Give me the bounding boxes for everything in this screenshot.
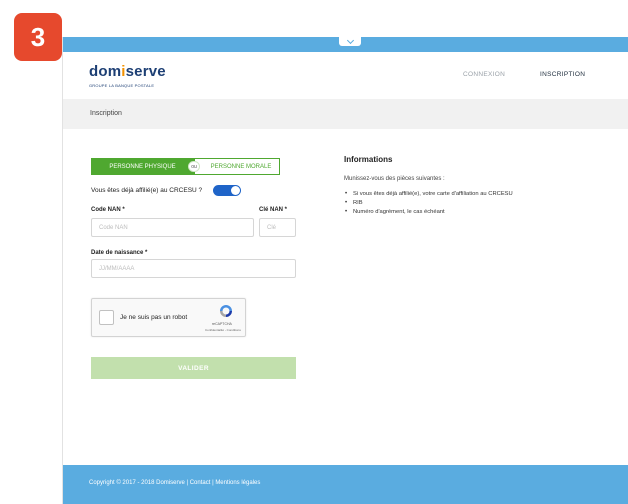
breadcrumb-current: Inscription <box>90 110 122 117</box>
nav-connexion-link[interactable]: CONNEXION <box>463 71 505 78</box>
site-header: domiserve GROUPE LA BANQUE POSTALE CONNE… <box>63 52 628 99</box>
cle-nan-input[interactable]: Clé <box>259 218 296 237</box>
date-naissance-input[interactable]: JJ/MM/AAAA <box>91 259 296 278</box>
personne-physique-button[interactable]: PERSONNE PHYSIQUE <box>91 158 194 175</box>
domiserve-logo[interactable]: domiserve GROUPE LA BANQUE POSTALE <box>89 63 166 89</box>
expand-tab[interactable] <box>339 36 361 46</box>
recaptcha-checkbox[interactable] <box>99 310 114 325</box>
toggle-ou-separator: ou <box>188 161 200 172</box>
list-item: RIB <box>344 200 614 206</box>
footer-contact-link[interactable]: Contact <box>190 480 211 486</box>
info-lead: Munissez-vous des pièces suivantes : <box>344 176 445 182</box>
recaptcha-label: Je ne suis pas un robot <box>120 314 188 321</box>
site-footer: Copyright © 2017 - 2018 Domiserve | Cont… <box>63 465 628 504</box>
browser-page: domiserve GROUPE LA BANQUE POSTALE CONNE… <box>62 36 628 504</box>
logo-subtitle: GROUPE LA BANQUE POSTALE <box>89 83 155 88</box>
info-list: Si vous êtes déjà affilié(e), votre cart… <box>344 191 614 215</box>
personne-morale-button[interactable]: PERSONNE MORALE <box>194 158 280 175</box>
logo-wordmark: domiserve <box>89 63 166 80</box>
footer-text: Copyright © 2017 - 2018 Domiserve | Cont… <box>89 480 260 486</box>
affiliation-question: Vous êtes déjà affilié(e) au CRCESU ? <box>91 187 203 194</box>
date-naissance-label: Date de naissance * <box>91 250 148 256</box>
chevron-down-icon <box>346 36 354 44</box>
recaptcha-logo-icon <box>220 305 232 317</box>
cle-nan-label: Clé NAN * <box>259 207 288 213</box>
valider-button[interactable]: VALIDER <box>91 357 296 379</box>
switch-knob <box>231 186 240 195</box>
top-accent-bar <box>63 36 628 52</box>
recaptcha-widget: Je ne suis pas un robot reCAPTCHA Confid… <box>91 298 246 337</box>
footer-copyright: Copyright © 2017 - 2018 Domiserve <box>89 480 185 486</box>
list-item: Numéro d'agrément, le cas échéant <box>344 209 614 215</box>
list-item: Si vous êtes déjà affilié(e), votre cart… <box>344 191 614 197</box>
step-badge: 3 <box>14 13 62 61</box>
code-nan-input[interactable]: Code NAN <box>91 218 254 237</box>
recaptcha-brand: reCAPTCHA <box>212 322 232 326</box>
footer-legal-link[interactable]: Mentions légales <box>215 480 260 486</box>
breadcrumb: Inscription <box>63 99 628 129</box>
info-title: Informations <box>344 155 393 164</box>
nav-inscription-link[interactable]: INSCRIPTION <box>540 71 585 78</box>
person-type-toggle: PERSONNE PHYSIQUE ou PERSONNE MORALE <box>91 158 280 175</box>
info-panel: Informations Munissez-vous des pièces su… <box>344 155 614 218</box>
recaptcha-links[interactable]: Confidentialité - Conditions <box>205 328 241 332</box>
affiliation-switch[interactable] <box>213 185 241 196</box>
code-nan-label: Code NAN * <box>91 207 125 213</box>
